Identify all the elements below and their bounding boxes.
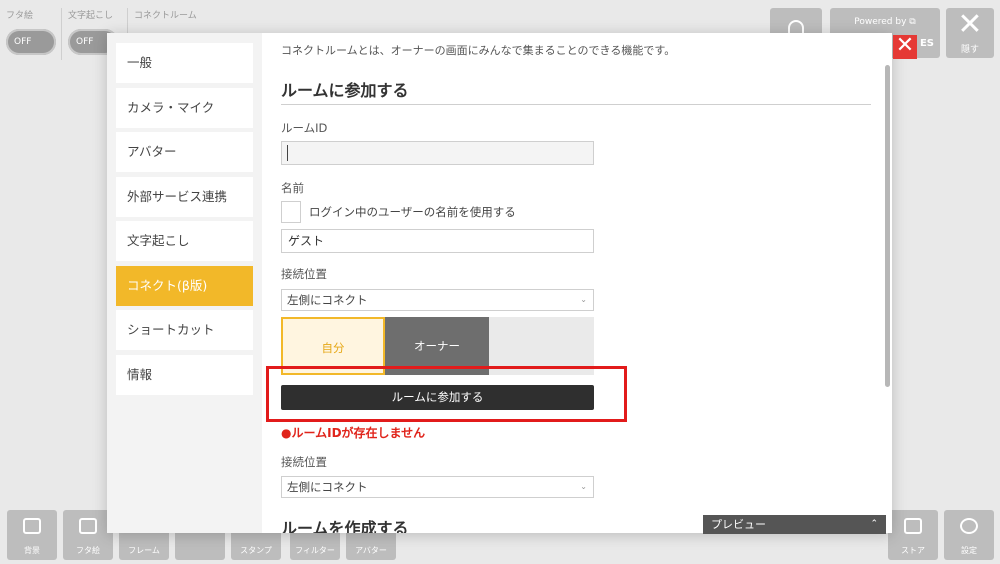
filter-button-label: フィルター bbox=[295, 546, 335, 555]
store-button-label: ストア bbox=[901, 546, 925, 555]
hide-button-label: 隠す bbox=[960, 45, 979, 55]
preview-toggle-bar[interactable]: プレビュー ⌃ bbox=[703, 515, 886, 534]
room-id-error-message: ●ルームIDが存在しません bbox=[281, 426, 426, 440]
text-caret bbox=[287, 145, 288, 161]
settings-content: コネクトルームとは、オーナーの画面にみんなで集まることのできる機能です。 ルーム… bbox=[281, 33, 877, 533]
store-icon bbox=[904, 518, 922, 534]
use-login-name-checkbox[interactable] bbox=[281, 201, 301, 223]
use-login-name-row: ログイン中のユーザーの名前を使用する bbox=[281, 201, 516, 223]
powered-by-logo-text: ES bbox=[919, 38, 934, 49]
frame-button-label: フレーム bbox=[128, 546, 160, 555]
sidebar-item-connect[interactable]: コネクト(β版) bbox=[116, 265, 253, 306]
room-id-input[interactable] bbox=[281, 141, 594, 165]
connection-position-label: 接続位置 bbox=[281, 267, 327, 281]
lid-art-toggle-group: フタ絵 OFF bbox=[0, 0, 62, 62]
sidebar-item-general[interactable]: 一般 bbox=[116, 43, 253, 83]
create-room-heading: ルームを作成する bbox=[281, 519, 409, 533]
lid-art-toggle[interactable]: OFF bbox=[6, 29, 56, 55]
chevron-up-icon: ⌃ bbox=[870, 519, 878, 529]
lid-art-icon bbox=[79, 518, 97, 534]
sidebar-item-avatar[interactable]: アバター bbox=[116, 132, 253, 172]
settings-button[interactable]: 設定 bbox=[944, 510, 994, 560]
chevron-down-icon: ⌄ bbox=[580, 295, 587, 304]
lid-art-button-label: フタ絵 bbox=[76, 546, 100, 555]
external-link-icon: ⧉ bbox=[909, 17, 916, 27]
hide-button[interactable]: ✕ 隠す bbox=[946, 8, 994, 58]
sidebar-item-external-services[interactable]: 外部サービス連携 bbox=[116, 176, 253, 217]
join-room-button[interactable]: ルームに参加する bbox=[281, 385, 594, 410]
name-label: 名前 bbox=[281, 181, 304, 195]
close-icon: ✕ bbox=[895, 33, 915, 58]
position-self-tile[interactable]: 自分 bbox=[281, 317, 385, 375]
lid-art-button[interactable]: フタ絵 bbox=[63, 510, 113, 560]
join-room-heading: ルームに参加する bbox=[281, 81, 409, 100]
settings-modal: 一般 カメラ・マイク アバター 外部サービス連携 文字起こし コネクト(β版) … bbox=[107, 33, 892, 534]
settings-sidebar: 一般 カメラ・マイク アバター 外部サービス連携 文字起こし コネクト(β版) … bbox=[107, 33, 262, 533]
connection-position-value-2: 左側にコネクト bbox=[287, 480, 368, 494]
powered-by-label: Powered by bbox=[854, 17, 907, 27]
sidebar-item-camera-mic[interactable]: カメラ・マイク bbox=[116, 87, 253, 128]
connection-position-select[interactable]: 左側にコネクト ⌄ bbox=[281, 289, 594, 311]
stamp-button-label: スタンプ bbox=[240, 546, 272, 555]
store-button[interactable]: ストア bbox=[888, 510, 938, 560]
modal-close-button[interactable]: ✕ bbox=[893, 35, 917, 59]
settings-button-label: 設定 bbox=[961, 546, 977, 555]
avatar-button-label: アバター bbox=[355, 546, 387, 555]
gear-icon bbox=[960, 518, 978, 534]
chevron-down-icon: ⌄ bbox=[580, 482, 587, 491]
sidebar-item-info[interactable]: 情報 bbox=[116, 354, 253, 395]
name-input[interactable]: ゲスト bbox=[281, 229, 594, 253]
lid-art-toggle-label: フタ絵 bbox=[6, 11, 34, 21]
content-scrollbar[interactable] bbox=[885, 65, 890, 387]
position-preview-grid: 自分 オーナー bbox=[281, 317, 594, 375]
position-owner-tile[interactable]: オーナー bbox=[385, 317, 489, 375]
preview-label: プレビュー bbox=[711, 518, 766, 531]
close-icon: ✕ bbox=[957, 7, 983, 42]
sidebar-item-shortcuts[interactable]: ショートカット bbox=[116, 310, 253, 350]
room-id-label: ルームID bbox=[281, 121, 328, 135]
use-login-name-label: ログイン中のユーザーの名前を使用する bbox=[309, 205, 516, 219]
background-button-label: 背景 bbox=[24, 546, 40, 555]
connection-position-value: 左側にコネクト bbox=[287, 293, 368, 307]
section-divider bbox=[281, 104, 871, 105]
connect-intro-text: コネクトルームとは、オーナーの画面にみんなで集まることのできる機能です。 bbox=[281, 44, 676, 57]
image-icon bbox=[23, 518, 41, 534]
connection-position-label-2: 接続位置 bbox=[281, 455, 327, 469]
background-button[interactable]: 背景 bbox=[7, 510, 57, 560]
connection-position-select-2[interactable]: 左側にコネクト ⌄ bbox=[281, 476, 594, 498]
sidebar-item-transcription[interactable]: 文字起こし bbox=[116, 221, 253, 261]
transcription-toggle-label: 文字起こし bbox=[68, 11, 114, 21]
position-empty-tile bbox=[489, 317, 593, 375]
